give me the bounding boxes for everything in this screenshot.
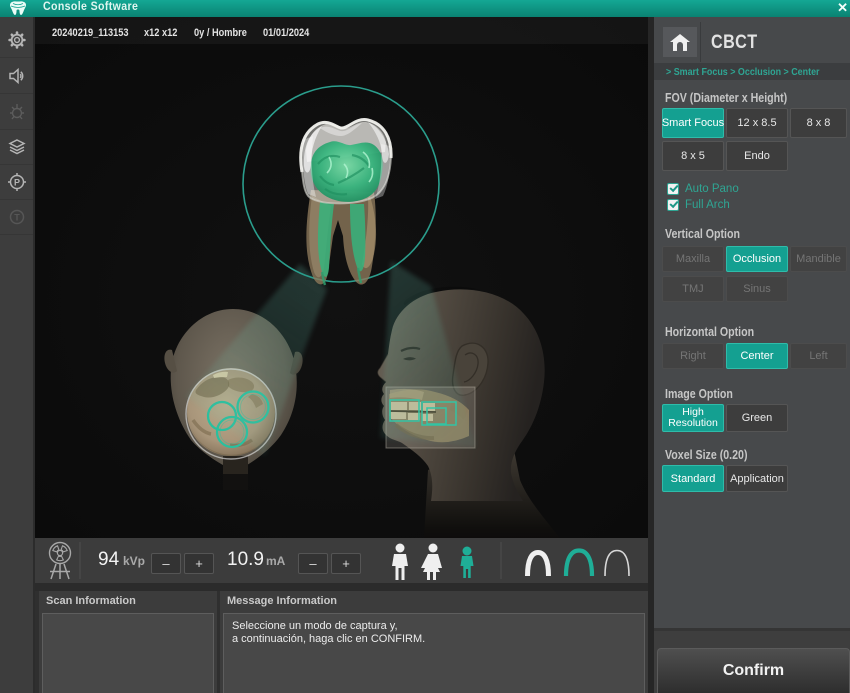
svg-text:P: P [13,178,19,188]
svg-text:T: T [14,213,20,223]
